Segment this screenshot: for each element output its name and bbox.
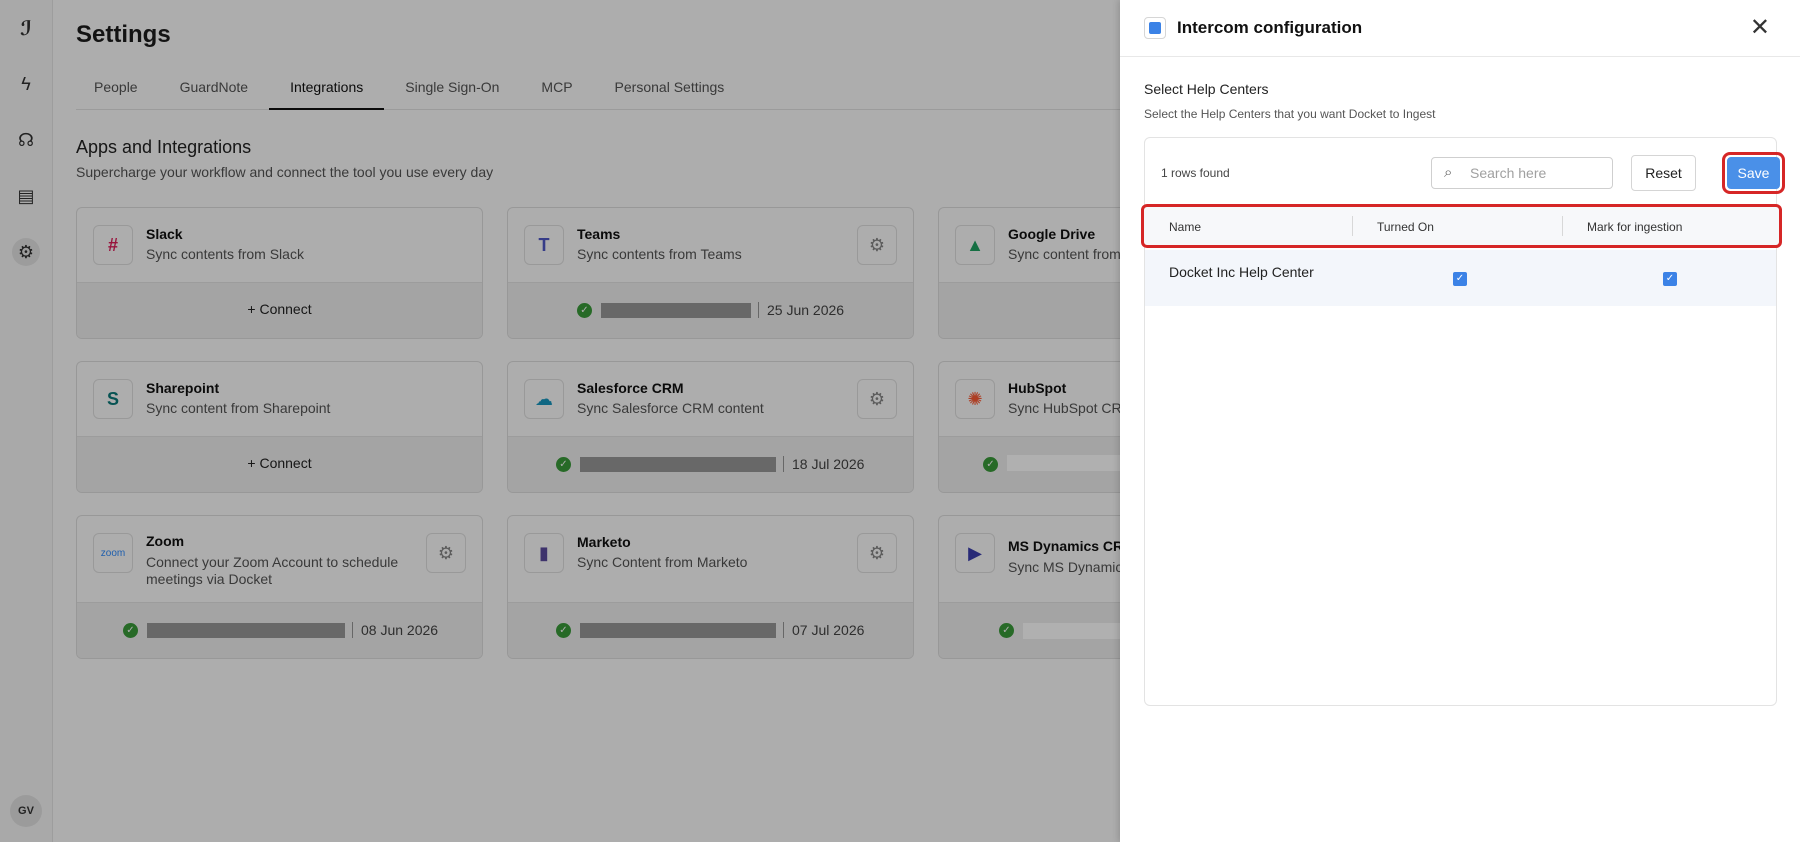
search-box[interactable]: ⌕: [1431, 157, 1613, 189]
drawer-title: Intercom configuration: [1177, 18, 1363, 37]
column-divider[interactable]: [1562, 216, 1563, 236]
save-button-highlight: Save: [1722, 152, 1785, 194]
column-header-name[interactable]: Name: [1169, 220, 1201, 234]
turned-on-checkbox[interactable]: ✓: [1453, 272, 1467, 286]
ingest-checkbox[interactable]: ✓: [1663, 272, 1677, 286]
help-center-name: Docket Inc Help Center: [1169, 264, 1314, 280]
column-header-mark-for-ingestion[interactable]: Mark for ingestion: [1587, 220, 1682, 234]
close-icon[interactable]: ✕: [1750, 14, 1770, 42]
save-button[interactable]: Save: [1727, 157, 1780, 189]
intercom-logo-icon: [1144, 17, 1166, 39]
help-centers-subtitle: Select the Help Centers that you want Do…: [1144, 107, 1436, 121]
rows-found-count: 1 rows found: [1161, 166, 1230, 180]
search-input[interactable]: [1470, 163, 1606, 183]
modal-backdrop[interactable]: [0, 0, 1120, 842]
reset-button[interactable]: Reset: [1631, 155, 1696, 191]
table-header: Name Turned On Mark for ingestion: [1141, 204, 1782, 248]
help-centers-title: Select Help Centers: [1144, 81, 1269, 97]
intercom-config-drawer: Intercom configuration ✕ Select Help Cen…: [1120, 0, 1800, 842]
table-row[interactable]: Docket Inc Help Center ✓ ✓: [1145, 250, 1776, 306]
help-centers-table: 1 rows found ⌕ Reset Save Name Turned On…: [1141, 137, 1785, 706]
column-header-turned-on[interactable]: Turned On: [1377, 220, 1434, 234]
column-divider[interactable]: [1352, 216, 1353, 236]
search-icon: ⌕: [1444, 164, 1453, 181]
drawer-header: Intercom configuration ✕: [1120, 0, 1800, 57]
